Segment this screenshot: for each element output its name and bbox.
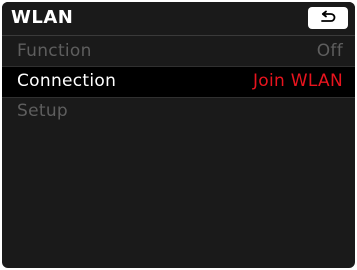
menu-item-value: Off — [316, 41, 343, 61]
back-button[interactable] — [308, 7, 348, 29]
menu-item-function[interactable]: Function Off — [2, 37, 355, 67]
menu-item-label: Connection — [17, 71, 117, 91]
menu-item-label: Function — [17, 41, 92, 61]
menu-item-connection[interactable]: Connection Join WLAN — [2, 66, 355, 98]
menu-item-value: Join WLAN — [252, 71, 343, 91]
menu-item-label: Setup — [17, 101, 68, 121]
return-arrow-icon — [321, 10, 336, 22]
menu-item-setup[interactable]: Setup — [2, 97, 355, 127]
menu-header: WLAN — [2, 2, 355, 36]
wlan-menu-screen: WLAN Function Off Connection Join WLAN S… — [2, 2, 355, 268]
page-title: WLAN — [11, 7, 74, 28]
